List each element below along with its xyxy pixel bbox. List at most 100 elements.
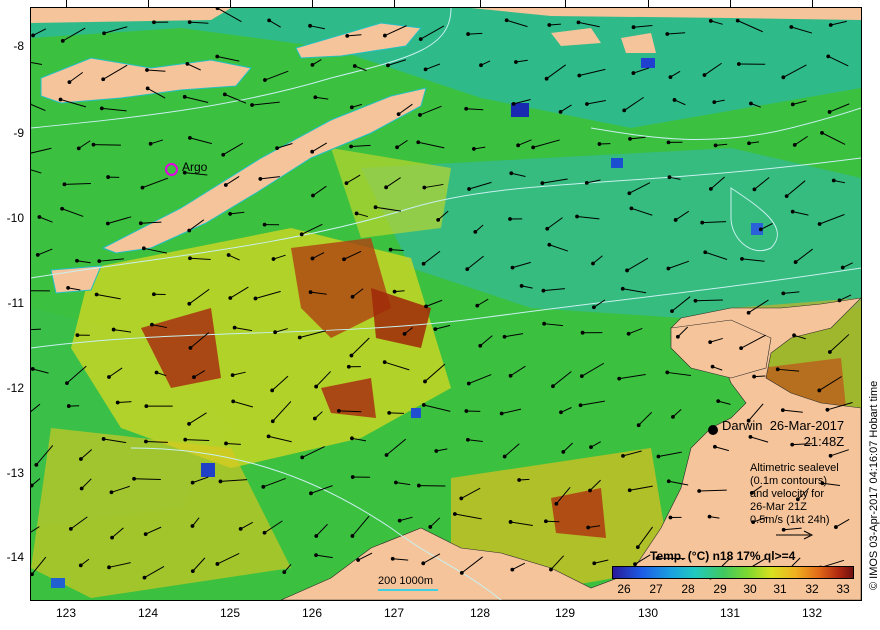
velocity-arrow-head — [707, 514, 712, 519]
velocity-arrow-head — [629, 206, 634, 211]
velocity-arrow-head — [151, 292, 156, 297]
velocity-arrow-head — [397, 518, 402, 523]
velocity-arrow-head — [671, 414, 675, 419]
velocity-arrow-head — [262, 222, 267, 227]
velocity-arrow-head — [452, 512, 457, 516]
velocity-arrow-head — [37, 215, 42, 219]
velocity-arrow-head — [708, 19, 713, 23]
velocity-arrow-head — [65, 381, 69, 385]
colorbar-tick: 32 — [805, 582, 819, 596]
velocity-arrow-head — [517, 478, 522, 482]
velocity-arrow-head — [578, 403, 583, 408]
velocity-arrow-head — [356, 558, 361, 562]
velocity-arrow-head — [350, 294, 355, 299]
velocity-arrow-head — [75, 258, 79, 263]
velocity-arrow-head — [467, 187, 471, 191]
velocity-arrow-head — [784, 194, 789, 199]
velocity-arrow-head — [531, 145, 536, 150]
velocity-arrow-head — [152, 20, 156, 25]
y-tick-label: -11 — [7, 296, 24, 310]
velocity-arrow-head — [190, 569, 195, 574]
velocity-arrow-head — [144, 439, 148, 444]
velocity-arrow-head — [140, 185, 145, 190]
velocity-arrow-head — [713, 143, 718, 148]
velocity-arrow-head — [504, 18, 509, 23]
velocity-arrow-head — [702, 73, 707, 77]
velocity-arrow-head — [428, 525, 433, 529]
velocity-arrow-head — [837, 298, 842, 303]
velocity-arrow-head — [222, 92, 227, 97]
argo-float-marker — [165, 163, 178, 176]
velocity-arrow-head — [466, 381, 471, 386]
velocity-arrow-head — [273, 330, 278, 335]
velocity-arrow-head — [396, 112, 401, 117]
velocity-arrow-head — [79, 486, 84, 491]
colorbar-tick: 33 — [836, 582, 850, 596]
velocity-arrow-head — [559, 410, 563, 415]
velocity-arrow-head — [231, 399, 236, 404]
velocity-arrow-head — [627, 488, 632, 493]
y-tick-label: -14 — [6, 550, 24, 564]
velocity-arrow-head — [31, 367, 35, 371]
velocity-arrow-head — [79, 457, 83, 461]
velocity-arrow-head — [99, 106, 104, 111]
velocity-arrow-head — [75, 333, 80, 338]
velocity-arrow-head — [459, 496, 464, 501]
velocity-arrow-head — [421, 403, 426, 407]
map-date: 26-Mar-2017 — [769, 418, 845, 433]
velocity-arrow-head — [840, 265, 845, 270]
velocity-arrow-head — [421, 561, 426, 566]
velocity-arrow-head — [253, 296, 258, 301]
velocity-arrow-head — [60, 206, 65, 211]
velocity-arrow-head — [558, 109, 563, 114]
x-tick-label: 123 — [55, 606, 77, 620]
colorbar-tick: 30 — [743, 582, 757, 596]
velocity-arrow-head — [589, 445, 593, 450]
velocity-arrow-head — [187, 301, 192, 306]
velocity-arrow-head — [345, 34, 350, 38]
velocity-arrow-head — [625, 268, 629, 273]
velocity-arrow-head — [597, 142, 602, 146]
velocity-arrow-head — [300, 455, 305, 460]
velocity-arrow-head — [775, 367, 780, 372]
velocity-arrow-head — [708, 340, 713, 345]
velocity-arrow-head — [228, 212, 233, 216]
velocity-arrow-head — [342, 257, 346, 262]
colorbar-tick: 29 — [713, 582, 727, 596]
velocity-arrow-head — [433, 327, 438, 332]
x-tick-label: 128 — [469, 606, 491, 620]
velocity-arrow-head — [736, 62, 741, 66]
velocity-arrow-head — [183, 437, 188, 442]
velocity-arrow-head — [675, 334, 680, 339]
velocity-arrow-head — [336, 409, 341, 413]
velocity-arrow-head — [545, 226, 550, 231]
velocity-arrow-head — [383, 33, 387, 38]
velocity-arrow-head — [418, 113, 422, 117]
velocity-arrow-head — [716, 399, 721, 404]
velocity-arrow-head — [310, 256, 315, 261]
velocity-arrow-head — [817, 222, 822, 226]
velocity-arrow-head — [352, 64, 357, 68]
velocity-arrow-head — [312, 416, 317, 421]
velocity-arrow-head — [190, 480, 195, 485]
velocity-arrow-head — [349, 105, 354, 110]
velocity-arrow-head — [666, 479, 671, 484]
velocity-arrow-head — [465, 437, 470, 442]
velocity-arrow-head — [792, 143, 797, 147]
velocity-arrow-head — [510, 265, 515, 270]
velocity-arrow-head — [617, 376, 622, 381]
velocity-arrow-head — [588, 488, 592, 493]
velocity-arrow-head — [311, 193, 315, 198]
darwin-datetime: Darwin 26-Mar-2017 21:48Z — [722, 418, 844, 450]
velocity-arrow-head — [656, 454, 661, 459]
note-line: 0.5m/s (1kt 24h) — [750, 514, 830, 526]
velocity-arrow-head — [115, 400, 120, 405]
velocity-arrow-head — [314, 534, 319, 538]
velocity-arrow-head — [314, 553, 318, 558]
velocity-arrow-head — [424, 304, 428, 309]
x-tick-label: 127 — [383, 606, 405, 620]
x-tick-label: 129 — [554, 606, 576, 620]
velocity-arrow-head — [668, 75, 673, 80]
velocity-arrow-head — [825, 407, 830, 412]
velocity-arrow-head — [508, 520, 513, 524]
